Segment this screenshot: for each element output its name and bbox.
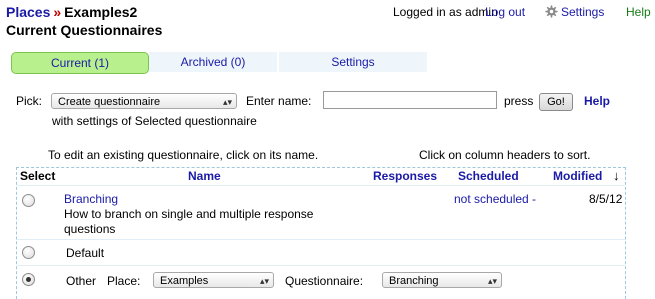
questionnaire-description: How to branch on single and multiple res… <box>64 207 314 236</box>
other-label: Other <box>66 274 97 288</box>
tab-current[interactable]: Current (1) <box>11 52 149 74</box>
breadcrumb-places-link[interactable]: Places <box>6 4 50 20</box>
gear-icon <box>545 5 558 18</box>
help-link-pick[interactable]: Help <box>584 94 610 108</box>
go-button[interactable]: Go! <box>539 93 573 111</box>
default-label: Default <box>66 246 105 260</box>
logged-in-status: Logged in as admin <box>393 5 498 19</box>
select-arrows-icon: ▴▾ <box>222 97 232 107</box>
edit-instruction: To edit an existing questionnaire, click… <box>48 148 319 162</box>
questionnaire-select-value: Branching <box>389 275 439 287</box>
questionnaire-select[interactable]: Branching ▴▾ <box>382 272 502 288</box>
place-label: Place: <box>107 274 141 288</box>
select-arrows-icon: ▴▾ <box>259 276 269 286</box>
other-radio[interactable] <box>22 273 35 286</box>
settings-link-label[interactable]: Settings <box>561 5 604 19</box>
press-label: press <box>504 94 534 108</box>
help-link-top[interactable]: Help <box>626 5 651 19</box>
enter-name-label: Enter name: <box>246 94 312 108</box>
sort-down-arrow-icon: ↓ <box>613 168 620 183</box>
pick-select[interactable]: Create questionnaire ▴▾ <box>51 93 237 109</box>
page-title: Current Questionnaires <box>6 22 163 38</box>
tab-settings[interactable]: Settings <box>279 52 427 72</box>
questionnaire-name-link[interactable]: Branching <box>64 192 118 206</box>
pick-select-value: Create questionnaire <box>58 96 161 108</box>
name-input[interactable] <box>323 91 497 109</box>
modified-date: 8/5/12 <box>589 192 623 206</box>
breadcrumb-current: Examples2 <box>64 4 138 20</box>
questionnaire-label: Questionnaire: <box>285 274 364 288</box>
row-branching-radio[interactable] <box>22 194 35 207</box>
row-divider <box>17 185 625 186</box>
row-divider <box>17 239 625 240</box>
select-arrows-icon: ▴▾ <box>487 276 497 286</box>
default-radio[interactable] <box>22 246 35 259</box>
sort-instruction: Click on column headers to sort. <box>419 148 591 162</box>
header-scheduled[interactable]: Scheduled <box>458 169 519 183</box>
pick-label: Pick: <box>16 94 43 108</box>
tab-archived[interactable]: Archived (0) <box>149 52 277 72</box>
row-divider <box>17 265 625 266</box>
scheduled-link[interactable]: not scheduled - <box>454 192 536 206</box>
place-select-value: Examples <box>160 275 209 287</box>
settings-link[interactable]: Settings <box>545 5 604 19</box>
header-name[interactable]: Name <box>188 169 221 183</box>
header-modified[interactable]: Modified <box>553 169 602 183</box>
breadcrumb: Places» Examples2 <box>6 4 137 20</box>
breadcrumb-separator: » <box>53 4 62 20</box>
place-select[interactable]: Examples ▴▾ <box>153 272 274 288</box>
settings-note: with settings of Selected questionnaire <box>52 114 257 128</box>
logout-link[interactable]: Log out <box>485 5 525 19</box>
header-select: Select <box>20 169 56 183</box>
header-responses[interactable]: Responses <box>373 169 437 183</box>
